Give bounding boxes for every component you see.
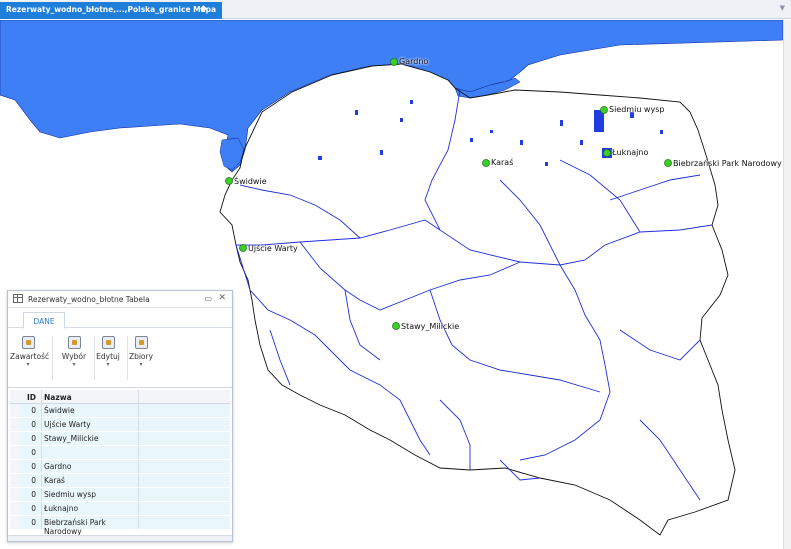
table-row[interactable]: 0 Siedmiu wysp [10, 488, 230, 502]
chevron-down-icon: ▾ [72, 361, 76, 368]
table-title-bar[interactable]: Rezerwaty_wodno_błotne Tabela ▭ ✕ [8, 291, 232, 308]
cell-name [41, 446, 139, 459]
cell-id: 0 [31, 434, 36, 443]
row-selector[interactable] [10, 418, 20, 431]
ribbon: Zawartość ▾ Wybór ▾ Edytuj ▾ Zbiory ▾ [8, 328, 232, 388]
selection-icon [67, 336, 81, 349]
cell-id: 0 [31, 448, 36, 457]
cell-name: Ujście Warty [41, 418, 139, 431]
site-label-gardno[interactable]: Gardno [399, 57, 428, 66]
ribbon-tabs: DANE [8, 308, 232, 329]
table-row[interactable]: 0 Świdwie [10, 404, 230, 418]
cell-name: Świdwie [41, 404, 139, 417]
tab-dropdown-icon[interactable]: ▼ [780, 4, 785, 12]
row-selector[interactable] [10, 488, 20, 501]
grid-header: ID Nazwa [10, 390, 230, 404]
contents-icon [21, 336, 35, 349]
table-row[interactable]: 0 Karaś [10, 474, 230, 488]
cell-id: 0 [31, 420, 36, 429]
cell-id: 0 [31, 406, 36, 415]
row-selector[interactable] [10, 446, 20, 459]
cell-id: 0 [31, 518, 36, 527]
poland-border [219, 63, 736, 536]
tab-dane[interactable]: DANE [23, 312, 65, 329]
document-tab-bar: Rezerwaty_wodno_błotne,...,Polska_granic… [0, 0, 791, 19]
edit-button[interactable]: Edytuj ▾ [90, 334, 126, 382]
row-selector[interactable] [10, 432, 20, 445]
map-tab-title: Rezerwaty_wodno_błotne,...,Polska_granic… [6, 5, 217, 14]
selection-button[interactable]: Wybór ▾ [56, 334, 92, 382]
row-selector[interactable] [10, 474, 20, 487]
cell-id: 0 [31, 476, 36, 485]
contents-button[interactable]: Zawartość ▾ [10, 334, 50, 382]
map-scrollbar[interactable] [783, 20, 791, 549]
cell-name: Stawy_Milickie [41, 432, 139, 445]
ribbon-separator [52, 336, 53, 380]
row-selector[interactable] [10, 516, 20, 529]
row-selector[interactable] [10, 460, 20, 473]
column-header-id[interactable]: ID [21, 393, 38, 402]
selection-label: Wybór [61, 352, 87, 361]
table-row[interactable]: 0 Stawy_Milickie [10, 432, 230, 446]
column-header-name[interactable]: Nazwa [41, 390, 139, 403]
table-row[interactable]: 0 Biebrzański Park Narodowy [10, 516, 230, 536]
map-document-tab[interactable]: Rezerwaty_wodno_błotne,...,Polska_granic… [0, 2, 222, 19]
sets-icon [134, 336, 148, 349]
close-icon[interactable]: ✕ [218, 293, 226, 303]
site-label-luknajno[interactable]: Łuknajno [612, 148, 648, 157]
edit-label: Edytuj [96, 352, 120, 361]
table-row[interactable]: 0 Ujście Warty [10, 418, 230, 432]
table-title: Rezerwaty_wodno_błotne Tabela [28, 295, 150, 304]
table-row[interactable]: 0 Łuknajno [10, 502, 230, 516]
edit-icon [101, 336, 115, 349]
cell-name: Karaś [41, 474, 139, 487]
row-selector[interactable] [10, 502, 20, 515]
cell-id: 0 [31, 462, 36, 471]
cell-name: Gardno [41, 460, 139, 473]
pin-icon[interactable]: ◆ [200, 4, 207, 14]
cell-name: Biebrzański Park Narodowy [41, 516, 139, 536]
table-row[interactable]: 0 [10, 446, 230, 460]
site-points [225, 58, 672, 330]
cell-name: Siedmiu wysp [41, 488, 139, 501]
row-selector[interactable] [10, 404, 20, 417]
site-label-biebrza[interactable]: Biebrzański Park Narodowy [673, 159, 782, 168]
cell-name: Łuknajno [41, 502, 139, 515]
baltic-sea [0, 20, 783, 173]
cell-id: 0 [31, 504, 36, 513]
site-label-karas[interactable]: Karaś [491, 158, 513, 167]
restore-icon[interactable]: ▭ [204, 294, 212, 303]
table-icon [13, 294, 23, 303]
contents-label: Zawartość [10, 352, 50, 361]
site-label-ujscie-warty[interactable]: Ujście Warty [248, 244, 298, 253]
sets-button[interactable]: Zbiory ▾ [123, 334, 159, 382]
chevron-down-icon: ▾ [106, 361, 110, 368]
table-row[interactable]: 0 Gardno [10, 460, 230, 474]
site-label-swidwie[interactable]: Świdwie [234, 177, 267, 186]
site-label-stawy-milickie[interactable]: Stawy_Milickie [401, 322, 459, 331]
cell-id: 0 [31, 490, 36, 499]
site-label-siedmiu-wysp[interactable]: Siedmiu wysp [609, 105, 664, 114]
chevron-down-icon: ▾ [139, 361, 143, 368]
chevron-down-icon: ▾ [26, 361, 30, 368]
attribute-table-window: Rezerwaty_wodno_błotne Tabela ▭ ✕ DANE Z… [7, 290, 233, 542]
attribute-grid: ID Nazwa 0 Świdwie 0 Ujście Warty 0 Stawy_M… [10, 390, 230, 536]
table-horizontal-scrollbar[interactable] [8, 535, 232, 541]
sets-label: Zbiory [128, 352, 154, 361]
